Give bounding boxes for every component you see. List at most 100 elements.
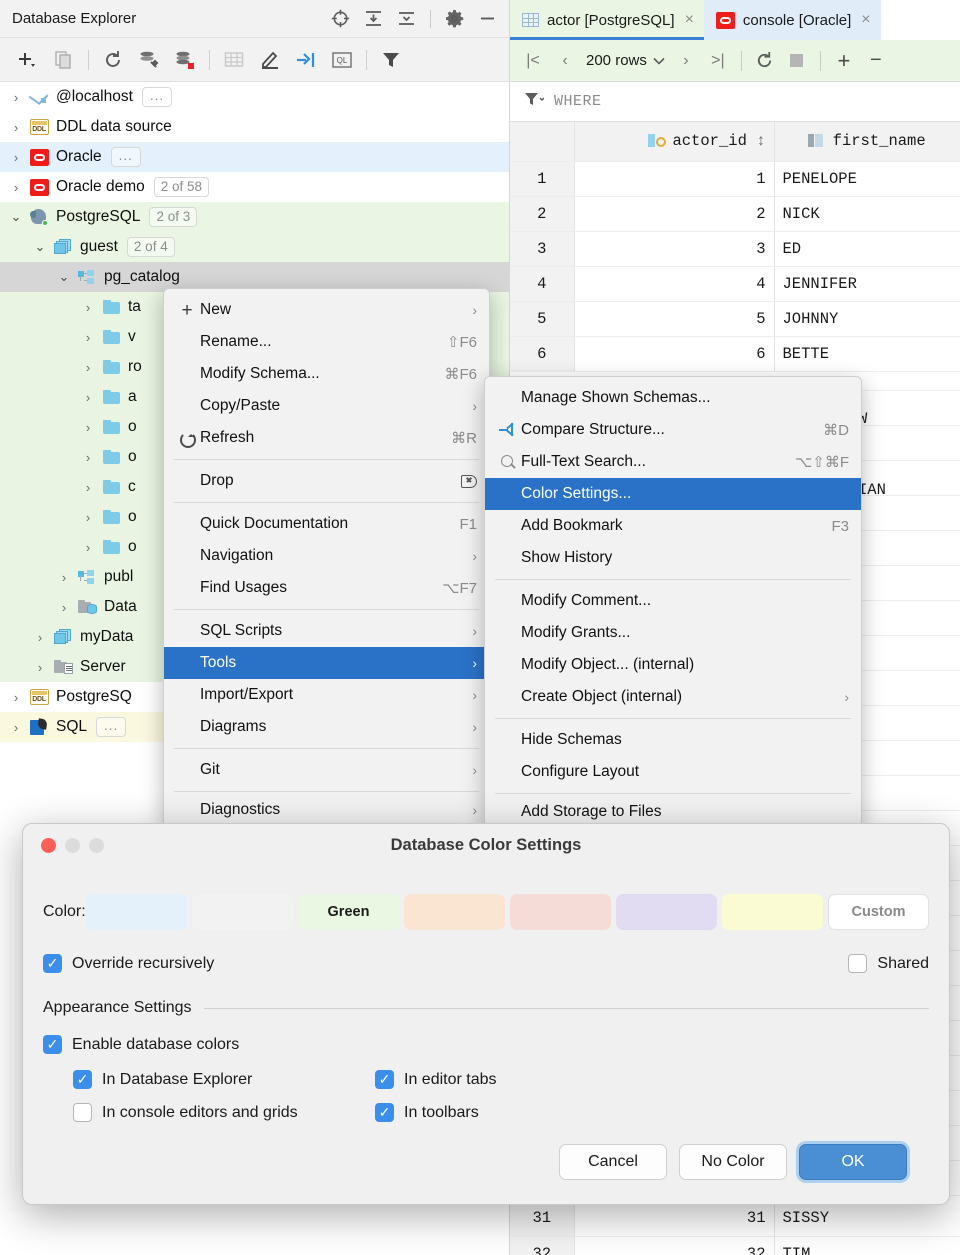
table-row[interactable]: 3232TIM [510,1236,960,1255]
chevron-right-icon[interactable]: › [78,360,98,375]
chevron-right-icon[interactable]: › [6,180,26,195]
context-submenu-tools[interactable]: Manage Shown Schemas...Compare Structure… [484,376,862,828]
table-row[interactable]: 66BETTE [510,336,960,371]
edit-icon[interactable] [252,45,288,75]
option-in-console-editors[interactable]: In console editors and grids [43,1103,375,1122]
tree-item-postgresql[interactable]: ⌄PostgreSQL2 of 3 [0,202,509,232]
menu-item-navigation[interactable]: Navigation› [164,540,489,572]
shared-row[interactable]: Shared [848,954,929,973]
next-page-button[interactable]: › [671,47,701,75]
table-row[interactable]: 55JOHNNY [510,301,960,336]
stop-icon[interactable] [782,47,812,75]
menu-item-quick-documentation[interactable]: Quick DocumentationF1 [164,508,489,540]
table-row[interactable]: 33ED [510,231,960,266]
cell-actor-id[interactable]: 5 [574,301,774,336]
refresh-icon[interactable] [95,45,131,75]
sort-icon[interactable]: ↕ [756,132,765,150]
cell-first-name[interactable]: SISSY [774,1201,960,1236]
add-row-button[interactable]: + [829,47,859,75]
minimize-button[interactable] [65,838,80,853]
chevron-right-icon[interactable]: › [78,330,98,345]
refresh-icon[interactable] [750,47,780,75]
remove-row-button[interactable]: − [861,47,891,75]
in-editor-tabs-checkbox[interactable]: ✓ [375,1070,394,1089]
no-color-button[interactable]: No Color [679,1144,787,1180]
chevron-right-icon[interactable]: › [54,600,74,615]
chevron-right-icon[interactable]: › [30,660,50,675]
tree-item--localhost[interactable]: ›@localhost... [0,82,509,112]
chevron-down-icon[interactable]: ⌄ [54,269,74,285]
menu-item-tools[interactable]: Tools› [164,647,489,679]
context-menu[interactable]: +New›Rename...⇧F6Modify Schema...⌘F6Copy… [163,288,490,828]
cell-first-name[interactable]: NICK [774,196,960,231]
menu-item-git[interactable]: Git› [164,754,489,786]
in-database-explorer-checkbox[interactable]: ✓ [73,1070,92,1089]
submenu-item-manage-shown-schemas[interactable]: Manage Shown Schemas... [485,382,861,414]
table-row[interactable]: 22NICK [510,196,960,231]
table-row[interactable]: 3131SISSY [510,1201,960,1236]
submenu-item-full-text-search[interactable]: Full-Text Search...⌥⇧⌘F [485,446,861,478]
filter-icon[interactable] [373,45,409,75]
submenu-item-compare-structure[interactable]: Compare Structure...⌘D [485,414,861,446]
target-icon[interactable] [331,9,350,28]
chevron-down-icon[interactable]: ⌄ [30,239,50,255]
chevron-right-icon[interactable]: › [78,450,98,465]
tab-actor[interactable]: actor [PostgreSQL] × [510,0,704,40]
column-header-first-name[interactable]: first_name [774,122,960,161]
cell-first-name[interactable]: JENNIFER [774,266,960,301]
column-header-actor-id[interactable]: actor_id ↕ [574,122,774,161]
tree-item-oracle-demo[interactable]: ›Oracle demo2 of 58 [0,172,509,202]
chevron-right-icon[interactable]: › [6,150,26,165]
maximize-button[interactable] [89,838,104,853]
close-button[interactable] [41,838,56,853]
option-in-toolbars[interactable]: ✓ In toolbars [375,1103,479,1122]
cell-actor-id[interactable]: 2 [574,196,774,231]
color-swatch-violet[interactable] [616,894,717,930]
menu-item-sql-scripts[interactable]: SQL Scripts› [164,615,489,647]
cell-actor-id[interactable]: 1 [574,161,774,196]
close-icon[interactable]: × [685,11,694,29]
chevron-right-icon[interactable]: › [78,480,98,495]
gear-icon[interactable] [445,9,464,28]
color-swatch-orange[interactable] [404,894,505,930]
submenu-item-color-settings[interactable]: Color Settings... [485,478,861,510]
cell-first-name[interactable]: PENELOPE [774,161,960,196]
shared-checkbox[interactable] [848,954,867,973]
option-in-database-explorer[interactable]: ✓ In Database Explorer [43,1070,375,1089]
cell-actor-id[interactable]: 6 [574,336,774,371]
submenu-item-modify-grants[interactable]: Modify Grants... [485,617,861,649]
menu-item-diagrams[interactable]: Diagrams› [164,711,489,743]
table-row[interactable]: 44JENNIFER [510,266,960,301]
last-page-button[interactable]: >| [703,47,733,75]
cancel-button[interactable]: Cancel [559,1144,667,1180]
submenu-item-add-storage-to-files[interactable]: Add Storage to Files [485,799,861,825]
color-swatch-green[interactable]: Green [298,894,399,930]
chevron-right-icon[interactable]: › [6,120,26,135]
expand-all-icon[interactable] [364,9,383,28]
chevron-right-icon[interactable]: › [78,540,98,555]
menu-item-new[interactable]: +New› [164,294,489,326]
cell-first-name[interactable]: BETTE [774,336,960,371]
where-filter-bar[interactable]: WHERE [510,82,960,122]
db-error-icon[interactable] [167,45,203,75]
submenu-item-configure-layout[interactable]: Configure Layout [485,756,861,788]
menu-item-modify-schema[interactable]: Modify Schema...⌘F6 [164,358,489,390]
add-icon[interactable] [10,45,46,75]
tab-console[interactable]: console [Oracle] × [704,0,881,40]
cell-actor-id[interactable]: 32 [574,1236,774,1255]
enable-database-colors-checkbox[interactable]: ✓ [43,1035,62,1054]
cell-first-name[interactable]: TIM [774,1236,960,1255]
chevron-right-icon[interactable]: › [6,690,26,705]
table-row[interactable]: 11PENELOPE [510,161,960,196]
color-swatch-yellow[interactable] [722,894,823,930]
in-toolbars-checkbox[interactable]: ✓ [375,1103,394,1122]
sync-settings-icon[interactable] [131,45,167,75]
submenu-item-show-history[interactable]: Show History [485,542,861,574]
tree-item-oracle[interactable]: ›Oracle... [0,142,509,172]
menu-item-import-export[interactable]: Import/Export› [164,679,489,711]
in-console-editors-checkbox[interactable] [73,1103,92,1122]
enable-database-colors-row[interactable]: ✓ Enable database colors [43,1035,929,1054]
chevron-right-icon[interactable]: › [6,720,26,735]
menu-item-drop[interactable]: Drop [164,465,489,497]
first-page-button[interactable]: |< [518,47,548,75]
